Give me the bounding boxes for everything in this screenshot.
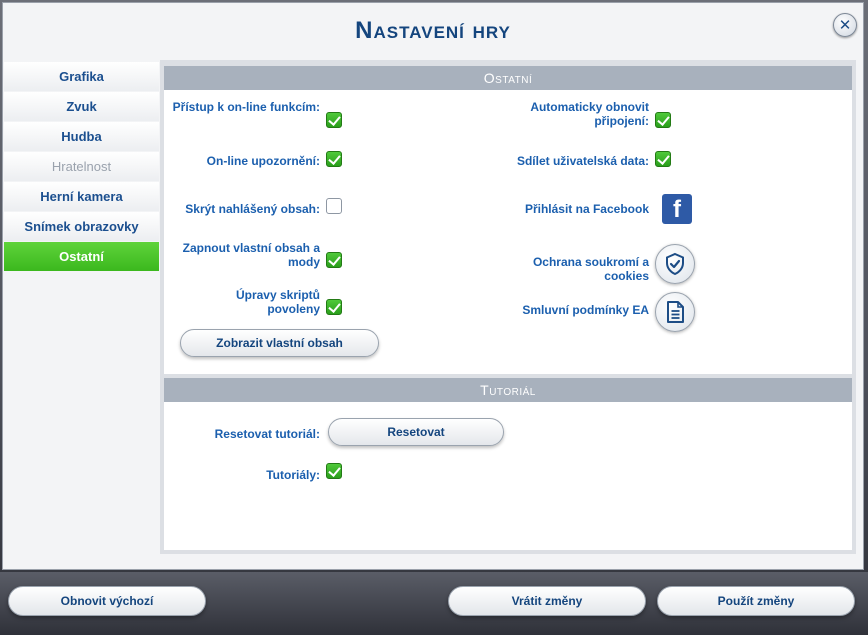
online-notifications-label: On-line upozornění: [206, 154, 320, 168]
sidebar-item-zvuk[interactable]: Zvuk [4, 92, 159, 121]
online-access-checkbox[interactable] [326, 112, 342, 128]
script-mods-label: Úpravy skriptů povoleny [235, 288, 320, 316]
online-notifications-checkbox[interactable] [326, 151, 342, 167]
section-tutorial: Tutoriál Resetovat tutoriál: Resetovat T… [164, 378, 852, 550]
sidebar-item-hudba[interactable]: Hudba [4, 122, 159, 151]
section-ostatni: Ostatní Přístup k on-line funkcím: On-li… [164, 66, 852, 374]
tutorials-label: Tutoriály: [266, 468, 320, 482]
terms-button[interactable] [655, 292, 695, 332]
online-access-label: Přístup k on-line funkcím: [172, 100, 320, 114]
share-data-label: Sdílet uživatelská data: [516, 154, 649, 168]
settings-sidebar: Grafika Zvuk Hudba Hratelnost Herní kame… [4, 62, 159, 272]
document-icon [667, 301, 684, 323]
close-button[interactable]: ✕ [833, 13, 857, 37]
hide-reported-checkbox[interactable] [326, 198, 342, 214]
page-title: Nastavení hry [355, 17, 511, 44]
close-icon: ✕ [838, 16, 852, 34]
auto-reconnect-checkbox[interactable] [655, 112, 671, 128]
show-custom-content-button[interactable]: Zobrazit vlastní obsah [180, 329, 379, 357]
sidebar-item-herni-kamera[interactable]: Herní kamera [4, 182, 159, 211]
custom-content-checkbox[interactable] [326, 252, 342, 268]
facebook-label: Přihlásit na Facebook [524, 202, 649, 216]
hide-reported-label: Skrýt nahlášený obsah: [185, 202, 320, 216]
script-mods-checkbox[interactable] [326, 299, 342, 315]
privacy-button[interactable] [655, 244, 695, 284]
shield-check-icon [666, 252, 684, 276]
section-header-tutorial: Tutoriál [164, 378, 852, 402]
reset-tutorial-label: Resetovat tutoriál: [214, 427, 320, 441]
section-header-ostatni: Ostatní [164, 66, 852, 90]
custom-content-label: Zapnout vlastní obsah a mody [182, 241, 320, 269]
sidebar-item-ostatni[interactable]: Ostatní [4, 242, 159, 271]
restore-defaults-button[interactable]: Obnovit výchozí [8, 586, 206, 616]
reset-tutorial-button[interactable]: Resetovat [328, 418, 504, 446]
privacy-label: Ochrana soukromí a cookies [532, 255, 649, 283]
sidebar-item-grafika[interactable]: Grafika [4, 62, 159, 91]
facebook-button[interactable]: f [662, 194, 692, 224]
apply-changes-button[interactable]: Použít změny [657, 586, 855, 616]
tutorials-checkbox[interactable] [326, 463, 342, 479]
terms-label: Smluvní podmínky EA [522, 303, 649, 317]
sidebar-item-hratelnost: Hratelnost [4, 152, 159, 181]
settings-panel: Ostatní Přístup k on-line funkcím: On-li… [160, 60, 856, 554]
share-data-checkbox[interactable] [655, 151, 671, 167]
auto-reconnect-label: Automaticky obnovit připojení: [530, 100, 649, 128]
facebook-icon: f [673, 196, 681, 223]
revert-changes-button[interactable]: Vrátit změny [448, 586, 646, 616]
sidebar-item-snimek-obrazovky[interactable]: Snímek obrazovky [4, 212, 159, 241]
